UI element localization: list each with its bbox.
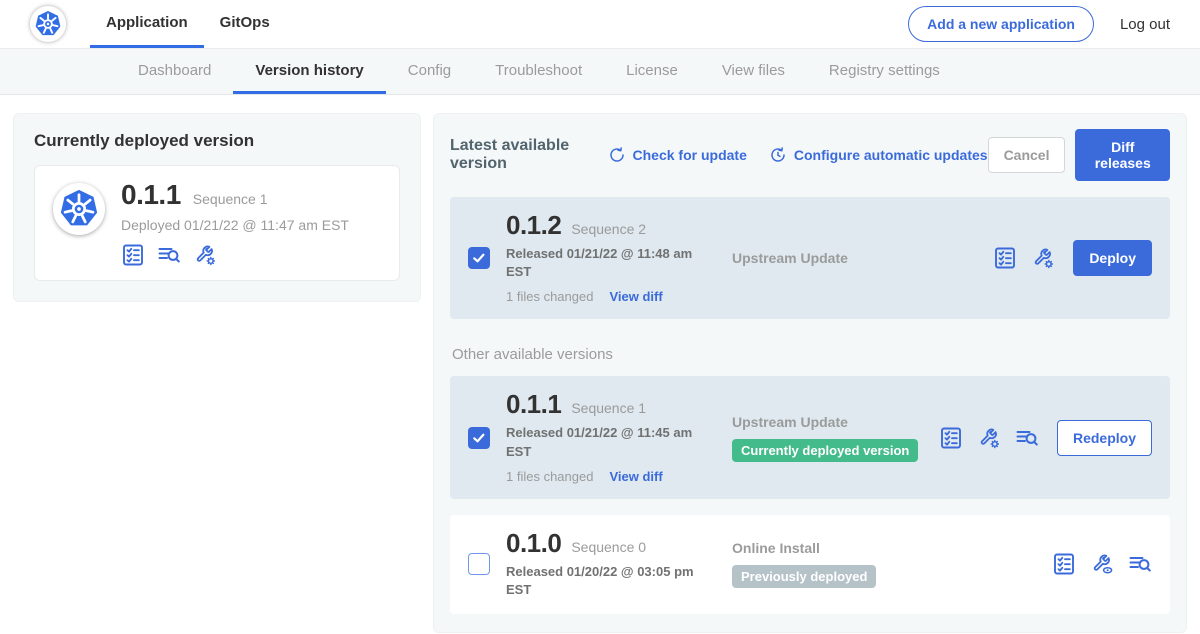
diff-releases-button[interactable]: Diff releases <box>1075 129 1170 181</box>
clock-refresh-icon <box>769 146 787 164</box>
add-new-application-button[interactable]: Add a new application <box>908 6 1094 42</box>
version-checkbox[interactable] <box>468 553 490 575</box>
version-source-label: Upstream Update <box>732 414 939 430</box>
sequence-label: Sequence 1 <box>571 400 646 416</box>
logs-search-icon[interactable] <box>1128 552 1152 576</box>
view-diff-link[interactable]: View diff <box>609 289 662 304</box>
checklist-icon[interactable] <box>121 243 145 267</box>
tab-license[interactable]: License <box>604 49 700 94</box>
files-changed-label: 1 files changed <box>506 289 593 304</box>
check-for-update-label: Check for update <box>633 147 747 163</box>
version-number: 0.1.2 <box>506 212 561 238</box>
released-timestamp: Released 01/20/22 @ 03:05 pm EST <box>506 563 694 599</box>
app-sub-nav: Dashboard Version history Config Trouble… <box>0 48 1200 95</box>
currently-deployed-title: Currently deployed version <box>34 131 400 151</box>
currently-deployed-badge: Currently deployed version <box>732 439 918 462</box>
tab-gitops[interactable]: GitOps <box>204 0 286 48</box>
deployed-version-number: 0.1.1 <box>121 181 181 209</box>
logs-search-icon[interactable] <box>1015 426 1039 450</box>
previously-deployed-badge: Previously deployed <box>732 565 876 588</box>
available-versions-panel: Latest available version Check for updat… <box>433 113 1187 633</box>
configure-automatic-updates-label: Configure automatic updates <box>794 147 988 163</box>
version-source-label: Online Install <box>732 540 1052 556</box>
main-content: Currently deployed version 0.1.1 Sequenc… <box>0 95 1200 633</box>
config-wrench-gear-icon[interactable] <box>977 426 1001 450</box>
configure-automatic-updates-link[interactable]: Configure automatic updates <box>769 146 988 164</box>
files-changed-label: 1 files changed <box>506 469 593 484</box>
kubernetes-logo-icon <box>33 9 63 39</box>
top-nav: Application GitOps Add a new application… <box>0 0 1200 48</box>
checklist-icon[interactable] <box>993 246 1017 270</box>
logs-search-icon[interactable] <box>157 243 181 267</box>
released-timestamp: Released 01/21/22 @ 11:48 am EST <box>506 245 694 281</box>
app-icon-badge <box>53 183 105 235</box>
tab-registry-settings[interactable]: Registry settings <box>807 49 962 94</box>
kubernetes-logo <box>30 6 66 42</box>
tab-view-files[interactable]: View files <box>700 49 807 94</box>
check-icon <box>471 430 487 446</box>
tab-dashboard[interactable]: Dashboard <box>116 49 233 94</box>
version-row-0-1-1: 0.1.1 Sequence 1 Released 01/21/22 @ 11:… <box>450 376 1170 498</box>
deploy-button[interactable]: Deploy <box>1073 240 1152 276</box>
released-timestamp: Released 01/21/22 @ 11:45 am EST <box>506 424 694 460</box>
version-checkbox[interactable] <box>468 427 490 449</box>
config-wrench-gear-icon[interactable] <box>1031 246 1055 270</box>
other-available-versions-title: Other available versions <box>452 346 1168 363</box>
version-number: 0.1.1 <box>506 391 561 417</box>
redeploy-button[interactable]: Redeploy <box>1057 420 1152 456</box>
deployed-timestamp: Deployed 01/21/22 @ 11:47 am EST <box>121 217 349 233</box>
view-diff-link[interactable]: View diff <box>609 469 662 484</box>
currently-deployed-card: Currently deployed version 0.1.1 Sequenc… <box>13 113 421 302</box>
kubernetes-app-icon <box>57 187 101 231</box>
latest-available-title: Latest available version <box>450 137 586 173</box>
tab-troubleshoot[interactable]: Troubleshoot <box>473 49 604 94</box>
logout-link[interactable]: Log out <box>1120 16 1170 33</box>
check-for-update-link[interactable]: Check for update <box>608 146 747 164</box>
tab-application[interactable]: Application <box>90 0 204 48</box>
version-row-0-1-0: 0.1.0 Sequence 0 Released 01/20/22 @ 03:… <box>450 515 1170 614</box>
checklist-icon[interactable] <box>939 426 963 450</box>
check-icon <box>471 250 487 266</box>
cancel-button[interactable]: Cancel <box>988 137 1066 173</box>
deployed-sequence-label: Sequence 1 <box>193 191 268 207</box>
config-wrench-eye-icon[interactable] <box>1090 552 1114 576</box>
config-wrench-gear-icon[interactable] <box>193 243 217 267</box>
version-checkbox[interactable] <box>468 247 490 269</box>
tab-version-history[interactable]: Version history <box>233 49 385 94</box>
deployed-version-box: 0.1.1 Sequence 1 Deployed 01/21/22 @ 11:… <box>34 165 400 281</box>
sequence-label: Sequence 0 <box>571 539 646 555</box>
refresh-icon <box>608 146 626 164</box>
version-source-label: Upstream Update <box>732 250 993 266</box>
version-number: 0.1.0 <box>506 530 561 556</box>
tab-config[interactable]: Config <box>386 49 473 94</box>
sequence-label: Sequence 2 <box>571 221 646 237</box>
checklist-icon[interactable] <box>1052 552 1076 576</box>
version-row-0-1-2: 0.1.2 Sequence 2 Released 01/21/22 @ 11:… <box>450 197 1170 319</box>
